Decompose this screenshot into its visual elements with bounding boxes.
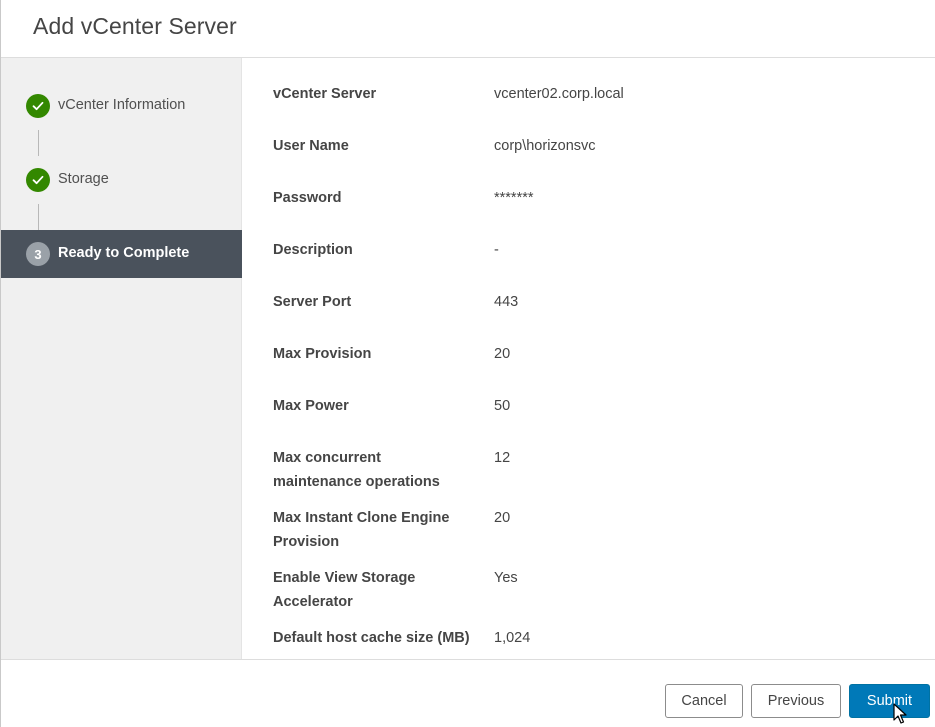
summary-label: User Name: [273, 138, 349, 154]
summary-value: 1,024: [494, 630, 531, 646]
summary-value: corp\horizonsvc: [494, 138, 596, 154]
dialog-header: Add vCenter Server: [1, 0, 935, 58]
summary-value: 12: [494, 450, 511, 466]
summary-label: Description: [273, 242, 353, 258]
summary-panel: vCenter Server vcenter02.corp.local User…: [242, 58, 935, 659]
summary-value: -: [494, 242, 499, 258]
submit-button[interactable]: Submit: [849, 684, 930, 718]
step-storage[interactable]: Storage: [1, 156, 242, 204]
check-icon: [26, 168, 50, 192]
previous-button[interactable]: Previous: [751, 684, 841, 718]
step-label: vCenter Information: [58, 97, 186, 113]
summary-label: Max Instant Clone Engine Provision: [273, 510, 450, 550]
summary-label: Max concurrent maintenance operations: [273, 450, 440, 490]
summary-value: 20: [494, 510, 511, 526]
summary-label: Max Power: [273, 398, 349, 414]
step-number-badge: 3: [26, 242, 50, 266]
summary-value: Yes: [494, 570, 518, 586]
check-icon: [26, 94, 50, 118]
step-ready-to-complete[interactable]: 3 Ready to Complete: [1, 230, 242, 278]
summary-label: Password: [273, 190, 342, 206]
summary-value: *******: [494, 190, 534, 206]
summary-value: 50: [494, 398, 511, 414]
summary-label: Default host cache size (MB): [273, 630, 470, 646]
summary-label: Enable View Storage Accelerator: [273, 570, 416, 610]
summary-value: 443: [494, 294, 519, 310]
add-vcenter-dialog: Add vCenter Server vCenter Information S…: [0, 0, 935, 727]
summary-label: Server Port: [273, 294, 352, 310]
step-label: Storage: [58, 171, 109, 187]
cancel-button[interactable]: Cancel: [665, 684, 743, 718]
step-connector: [38, 130, 39, 156]
summary-value: 20: [494, 346, 511, 362]
summary-label: vCenter Server: [273, 86, 377, 102]
wizard-steps-sidebar: vCenter Information Storage 3 Ready to C…: [1, 58, 242, 659]
summary-value: vcenter02.corp.local: [494, 86, 624, 102]
dialog-footer: Cancel Previous Submit: [1, 659, 935, 727]
step-label: Ready to Complete: [58, 245, 190, 261]
summary-label: Max Provision: [273, 346, 372, 362]
step-connector: [38, 204, 39, 230]
step-vcenter-information[interactable]: vCenter Information: [1, 82, 242, 130]
dialog-title: Add vCenter Server: [33, 13, 237, 39]
